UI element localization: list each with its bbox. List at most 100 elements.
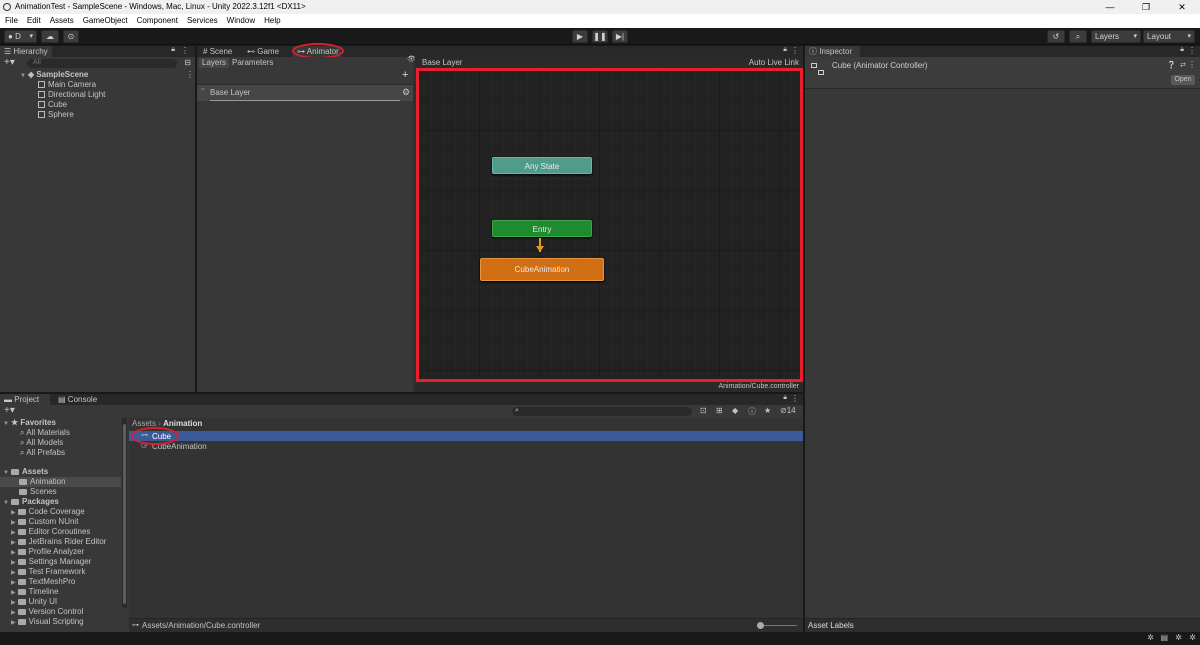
menu-file[interactable]: File xyxy=(5,14,18,28)
menu-assets[interactable]: Assets xyxy=(50,14,74,28)
subtab-parameters[interactable]: Parameters xyxy=(230,58,275,68)
filter-icon[interactable]: ⊟ xyxy=(184,58,191,67)
gameobject-icon xyxy=(38,91,45,99)
assets-scenes-folder[interactable]: Scenes xyxy=(19,487,57,497)
step-button[interactable]: ▶| xyxy=(612,30,628,43)
gear-status-icon[interactable]: ✲ xyxy=(1175,633,1182,642)
inspector-tabbar: ⓘ Inspector 🔒︎ ⋮ xyxy=(805,46,1200,57)
expand-arrow-icon[interactable]: ▼ xyxy=(3,500,9,506)
hierarchy-search-input[interactable]: All xyxy=(27,59,177,68)
hidden-packages-toggle[interactable]: ⊘14 xyxy=(780,406,796,415)
window-title: AnimationTest - SampleScene - Windows, M… xyxy=(15,2,306,11)
subtab-layers[interactable]: Layers xyxy=(199,58,230,68)
expand-arrow-icon[interactable]: ▼ xyxy=(3,421,9,427)
favorite-item[interactable]: ⌕ All Models xyxy=(20,438,63,448)
package-item[interactable]: ▶ Visual Scripting xyxy=(11,617,84,628)
assets-animation-folder[interactable]: Animation xyxy=(0,477,121,487)
asset-labels-bar[interactable]: Asset Labels xyxy=(805,618,1200,632)
gear-icon[interactable]: ⚙ xyxy=(402,87,410,98)
close-button[interactable]: ✕ xyxy=(1164,0,1200,14)
tab-hierarchy[interactable]: ☰ Hierarchy xyxy=(0,46,52,57)
progress-icon[interactable]: ▤ xyxy=(1160,633,1168,642)
package-label: Custom NUnit xyxy=(28,517,79,526)
menu-window[interactable]: Window xyxy=(227,14,255,28)
breadcrumb-animation[interactable]: Animation xyxy=(163,419,202,428)
more-icon[interactable]: ⋮ xyxy=(791,46,799,55)
auto-live-link-toggle[interactable]: Auto Live Link xyxy=(749,58,799,67)
tab-game[interactable]: ⊷ Game xyxy=(243,46,283,57)
menu-gameobject[interactable]: GameObject xyxy=(83,14,128,28)
hierarchy-item[interactable]: Main Camera xyxy=(38,80,96,90)
more-icon[interactable]: ⋮ xyxy=(181,46,189,55)
add-icon[interactable]: +▾ xyxy=(4,57,15,68)
assets-label: Assets xyxy=(21,467,49,476)
gameobject-icon xyxy=(38,111,45,119)
search-button[interactable]: ⌕ xyxy=(1069,30,1087,43)
icon-size-slider-handle[interactable] xyxy=(757,622,764,629)
favorite-item-label: All Models xyxy=(26,438,64,447)
package-label: Profile Analyzer xyxy=(28,547,85,556)
menu-edit[interactable]: Edit xyxy=(27,14,41,28)
pause-icon: ❚❚ xyxy=(593,32,607,41)
notification-icon[interactable]: ✲ xyxy=(1189,633,1196,642)
tab-inspector[interactable]: ⓘ Inspector xyxy=(805,46,860,57)
play-button[interactable]: ▶ xyxy=(572,30,588,43)
layout-dropdown[interactable]: Layout xyxy=(1143,30,1195,43)
tree-scrollbar[interactable] xyxy=(122,418,127,608)
tab-scene[interactable]: # Scene xyxy=(199,46,239,57)
pause-button[interactable]: ❚❚ xyxy=(592,30,608,43)
scene-tab-icon: # xyxy=(203,47,208,56)
animator-controller-icon xyxy=(811,63,825,77)
play-icon: ▶ xyxy=(576,32,584,41)
search-by-type-icon[interactable]: ⊡ xyxy=(700,406,707,415)
help-icon[interactable]: ❔ xyxy=(1167,61,1176,69)
info-filter-icon[interactable]: ⓘ xyxy=(748,406,756,417)
project-search-input[interactable]: ⌕ xyxy=(512,407,692,416)
lock-icon[interactable]: 🔒︎ xyxy=(1180,46,1184,54)
tab-project[interactable]: ▬ Project xyxy=(0,394,50,405)
expand-arrow-icon[interactable]: ▼ xyxy=(20,73,26,79)
bug-icon[interactable]: ✲ xyxy=(1147,633,1154,642)
tab-console[interactable]: ▤ Console xyxy=(54,394,104,405)
lock-icon[interactable]: 🔒︎ xyxy=(783,46,787,54)
more-icon[interactable]: ⋮ xyxy=(1188,60,1196,69)
file-row-selected[interactable]: ⊶ Cube xyxy=(129,431,803,441)
more-icon[interactable]: ⋮ xyxy=(1188,46,1196,55)
favorite-item[interactable]: ⌕ All Prefabs xyxy=(20,448,65,458)
layer-item-base[interactable]: = Base Layer ⚙ xyxy=(197,84,413,101)
file-row[interactable]: ◷ CubeAnimation xyxy=(129,441,803,451)
account-dropdown[interactable]: ● D xyxy=(4,30,37,43)
packages-label: Packages xyxy=(21,497,59,506)
scene-more-icon[interactable]: ⋮ xyxy=(186,70,194,79)
menu-services[interactable]: Services xyxy=(187,14,218,28)
collab-button[interactable]: ⊙ xyxy=(63,30,79,43)
graph-breadcrumb[interactable]: Base Layer xyxy=(422,58,462,67)
folder-icon xyxy=(17,558,26,565)
menu-component[interactable]: Component xyxy=(137,14,178,28)
add-layer-icon[interactable]: + xyxy=(402,69,408,81)
lock-icon[interactable]: 🔒︎ xyxy=(783,394,787,402)
project-toolbar: +▾ ⌕ ⊡ ⊞ ◆ ⓘ ★ ⊘14 xyxy=(0,405,803,417)
lock-icon[interactable]: 🔒︎ xyxy=(171,46,175,54)
minimize-button[interactable]: — xyxy=(1092,0,1128,14)
open-button[interactable]: Open xyxy=(1171,75,1195,85)
favorite-star-icon[interactable]: ★ xyxy=(764,406,771,415)
favorite-item[interactable]: ⌕ All Materials xyxy=(20,428,70,438)
search-by-label-icon[interactable]: ⊞ xyxy=(716,406,723,415)
drag-handle-icon[interactable]: = xyxy=(201,87,205,93)
menu-help[interactable]: Help xyxy=(264,14,280,28)
more-icon[interactable]: ⋮ xyxy=(791,394,799,403)
tag-icon[interactable]: ◆ xyxy=(732,406,738,415)
hierarchy-item[interactable]: Directional Light xyxy=(38,90,105,100)
unity-app-icon xyxy=(3,3,11,11)
expand-arrow-icon[interactable]: ▼ xyxy=(3,470,9,476)
maximize-button[interactable]: ❐ xyxy=(1128,0,1164,14)
hierarchy-item[interactable]: Cube xyxy=(38,100,67,110)
folder-icon xyxy=(17,518,26,525)
history-button[interactable]: ↺ xyxy=(1047,30,1065,43)
add-icon[interactable]: +▾ xyxy=(4,405,15,416)
cloud-button[interactable]: ☁ xyxy=(41,30,59,43)
hierarchy-item[interactable]: Sphere xyxy=(38,110,74,120)
preset-icon[interactable]: ⇄ xyxy=(1180,61,1186,69)
layers-dropdown[interactable]: Layers xyxy=(1091,30,1141,43)
